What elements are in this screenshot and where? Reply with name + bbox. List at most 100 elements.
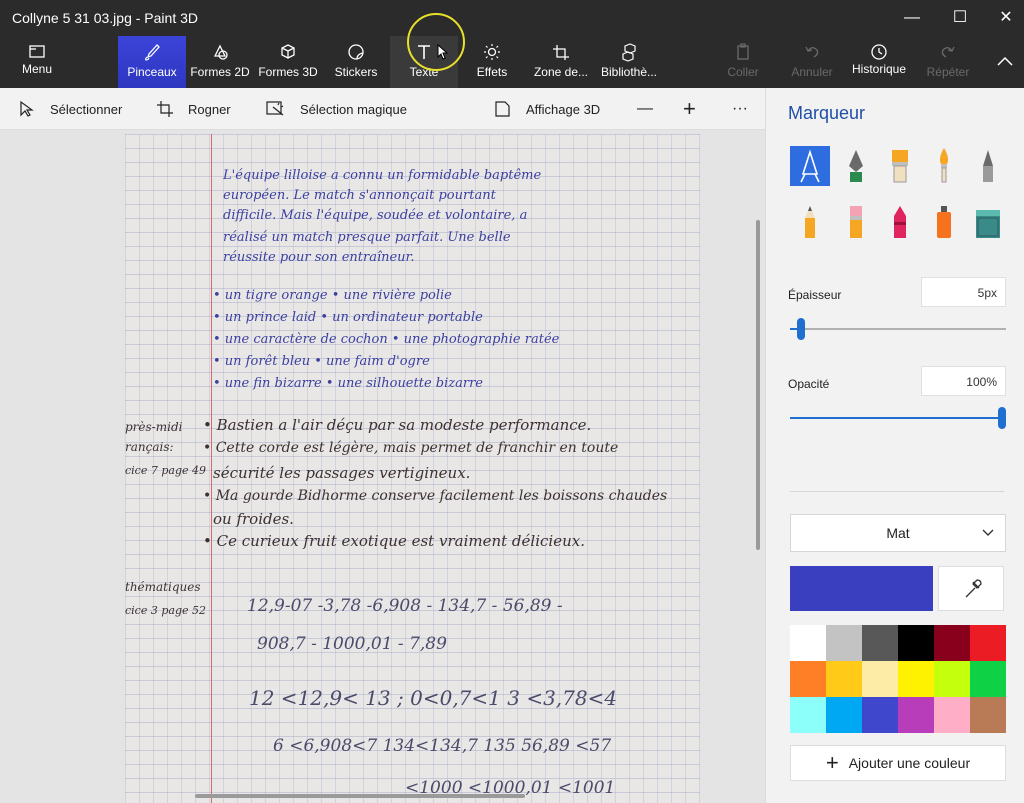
margin-note: rançais:: [125, 440, 174, 454]
brush-marker[interactable]: [790, 146, 830, 186]
tool-brushes-label: Pinceaux: [127, 65, 177, 79]
brush-watercolor[interactable]: [924, 146, 964, 186]
text-icon: [418, 45, 430, 59]
finish-dropdown[interactable]: Mat: [790, 514, 1006, 552]
brush-eraser[interactable]: [836, 202, 876, 242]
handwritten-line: • Ce curieux fruit exotique est vraiment…: [203, 532, 585, 550]
eraser-icon: [850, 206, 862, 238]
close-button[interactable]: ✕: [994, 6, 1018, 30]
tool-brushes[interactable]: Pinceaux: [118, 36, 186, 88]
brush-pencil[interactable]: [790, 202, 830, 242]
sticker-icon: [348, 44, 364, 60]
vertical-scrollbar[interactable]: [756, 220, 760, 550]
color-swatch[interactable]: [970, 697, 1006, 733]
opacity-input[interactable]: 100%: [921, 366, 1006, 396]
eyedropper-icon: [965, 579, 982, 598]
select-label: Sélectionner: [50, 101, 123, 117]
handwritten-line: 12 <12,9< 13 ; 0<0,7<1 3 <3,78<4: [249, 686, 618, 710]
paste-label: Coller: [727, 65, 759, 79]
color-swatch[interactable]: [790, 697, 826, 733]
color-swatch[interactable]: [862, 661, 898, 697]
thickness-input[interactable]: 5px: [921, 277, 1006, 307]
color-swatch[interactable]: [790, 625, 826, 661]
brush-pixel-pen[interactable]: [968, 146, 1008, 186]
history-icon: [871, 44, 887, 60]
margin-note: près-midi: [125, 420, 183, 434]
zoom-in-button[interactable]: +: [683, 88, 696, 130]
paste-button[interactable]: Coller: [718, 36, 768, 88]
tool-2d-shapes[interactable]: Formes 2D: [186, 36, 254, 88]
color-swatch[interactable]: [934, 661, 970, 697]
oil-brush-icon: [892, 150, 908, 183]
color-swatch[interactable]: [790, 661, 826, 697]
color-swatch[interactable]: [898, 625, 934, 661]
handwritten-line: difficile. Mais l'équipe, soudée et volo…: [223, 208, 528, 223]
color-swatch[interactable]: [862, 697, 898, 733]
plus-icon: +: [825, 750, 839, 775]
view-3d-button[interactable]: Affichage 3D: [494, 88, 600, 130]
thickness-label: Épaisseur: [788, 288, 842, 302]
zoom-out-label: —: [637, 100, 653, 117]
magic-select-button[interactable]: Sélection magique: [266, 88, 407, 130]
redo-icon: [941, 46, 955, 58]
brush-spray-can[interactable]: [924, 202, 964, 242]
color-swatch[interactable]: [898, 697, 934, 733]
add-color-button[interactable]: + Ajouter une couleur: [790, 745, 1006, 781]
menu-button[interactable]: Menu: [8, 36, 66, 88]
notebook-photo[interactable]: près-midi rançais: cice 7 page 49 thémat…: [125, 134, 700, 803]
color-swatch[interactable]: [970, 625, 1006, 661]
thickness-slider-track[interactable]: [790, 328, 1006, 330]
select-button[interactable]: Sélectionner: [18, 88, 122, 130]
crayon-icon: [894, 206, 906, 238]
tool-3d-shapes-label: Formes 3D: [258, 65, 318, 79]
sub-toolbar: Sélectionner Rogner Sélection magique Af…: [0, 88, 765, 130]
fill-bucket-icon: [976, 210, 1000, 238]
maximize-button[interactable]: ☐: [948, 6, 972, 30]
brush-calligraphy-pen[interactable]: [836, 146, 876, 186]
panel-title: Marqueur: [788, 103, 866, 123]
tool-text-label: Texte: [409, 65, 439, 79]
thickness-slider-thumb[interactable]: [797, 318, 805, 340]
eyedropper-button[interactable]: [938, 566, 1004, 611]
redo-button[interactable]: Répéter: [920, 36, 976, 88]
notebook-page: près-midi rançais: cice 7 page 49 thémat…: [125, 134, 700, 803]
more-options-button[interactable]: ···: [732, 88, 748, 130]
minimize-button[interactable]: —: [900, 6, 924, 30]
brush-crayon[interactable]: [880, 202, 920, 242]
color-swatch[interactable]: [826, 625, 862, 661]
handwritten-line: • un prince laid • un ordinateur portabl…: [213, 310, 483, 325]
color-swatch[interactable]: [934, 697, 970, 733]
canvas-crop-icon: [553, 45, 569, 60]
opacity-slider-thumb[interactable]: [998, 407, 1006, 429]
history-button[interactable]: Historique: [846, 36, 912, 88]
brush-oil[interactable]: [880, 146, 920, 186]
tool-effects[interactable]: Effets: [458, 36, 526, 88]
canvas-area[interactable]: près-midi rançais: cice 7 page 49 thémat…: [0, 130, 765, 803]
tool-stickers[interactable]: Stickers: [322, 36, 390, 88]
add-color-label: Ajouter une couleur: [848, 755, 971, 771]
color-swatch[interactable]: [898, 661, 934, 697]
current-color-swatch[interactable]: [790, 566, 933, 611]
crop-button[interactable]: Rogner: [156, 88, 231, 130]
magic-select-icon: [266, 101, 284, 116]
color-swatch[interactable]: [934, 625, 970, 661]
tool-3d-shapes[interactable]: Formes 3D: [254, 36, 322, 88]
handwritten-line: 908,7 - 1000,01 - 7,89: [257, 634, 447, 654]
zoom-out-button[interactable]: —: [637, 88, 653, 130]
calligraphy-pen-icon: [849, 150, 863, 182]
color-swatch[interactable]: [826, 661, 862, 697]
tool-canvas[interactable]: Zone de...: [526, 36, 596, 88]
shapes-2d-icon: [213, 44, 228, 60]
handwritten-line: ou froides.: [213, 510, 294, 528]
brush-fill[interactable]: [968, 202, 1008, 242]
color-swatch[interactable]: [826, 697, 862, 733]
panel-divider: [790, 491, 1004, 492]
horizontal-scrollbar[interactable]: [195, 794, 525, 798]
color-swatch[interactable]: [970, 661, 1006, 697]
tool-canvas-label: Zone de...: [533, 65, 589, 79]
collapse-ribbon-button[interactable]: [990, 36, 1020, 88]
undo-button[interactable]: Annuler: [784, 36, 840, 88]
tool-library[interactable]: Bibliothè...: [596, 36, 662, 88]
handwritten-line: réussite pour son entraîneur.: [223, 250, 415, 265]
color-swatch[interactable]: [862, 625, 898, 661]
